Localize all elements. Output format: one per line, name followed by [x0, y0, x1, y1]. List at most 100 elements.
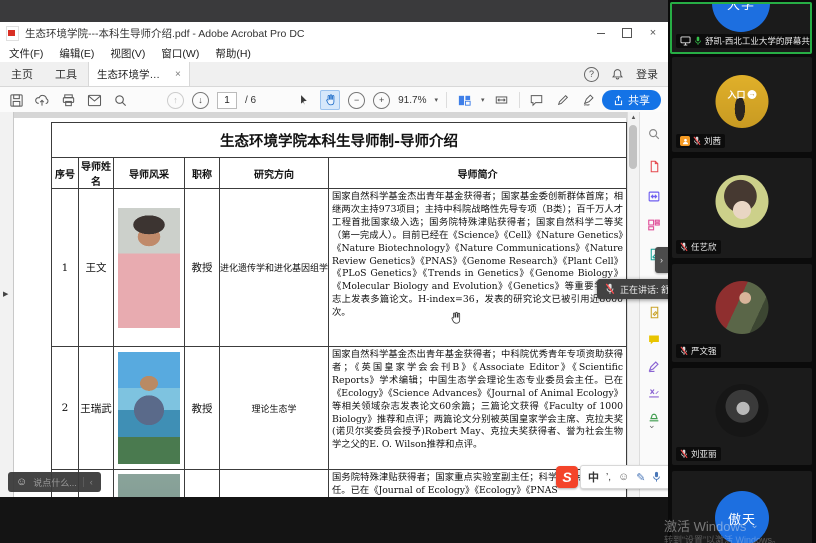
- menu-window[interactable]: 窗口(W): [161, 46, 199, 61]
- ime-toolbar: S 中 ’, ☺ ✎ ⊞: [556, 465, 687, 489]
- emoji-icon[interactable]: ☺: [16, 476, 27, 488]
- menu-help[interactable]: 帮助(H): [215, 46, 251, 61]
- fit-width-icon[interactable]: [493, 91, 511, 109]
- participant-tile[interactable]: 大学 舒凯-西北工业大学的屏幕共享: [670, 2, 812, 54]
- chat-input-pill[interactable]: ☺ 说点什么... ‹: [8, 472, 101, 492]
- fill-sign-pen-icon[interactable]: [646, 358, 662, 374]
- menu-view[interactable]: 视图(V): [110, 46, 145, 61]
- ime-language-toggle[interactable]: 中: [588, 469, 599, 485]
- help-icon[interactable]: ?: [584, 67, 599, 82]
- bell-icon[interactable]: [611, 68, 624, 81]
- table-title: 生态环境学院本科生导师制-导师介绍: [52, 123, 627, 158]
- select-tool-icon[interactable]: [294, 91, 312, 109]
- create-pdf-icon[interactable]: [646, 158, 662, 174]
- tab-close-icon[interactable]: ×: [175, 69, 181, 80]
- tab-tools[interactable]: 工具: [44, 62, 88, 86]
- panel-expander[interactable]: ›: [655, 247, 668, 273]
- next-page-button[interactable]: ↓: [192, 92, 209, 109]
- row3-photo-cell: [114, 470, 185, 498]
- participants-panel: 大学 舒凯-西北工业大学的屏幕共享 入口 →: [668, 0, 816, 543]
- certificates-icon[interactable]: [646, 385, 662, 401]
- minimize-button[interactable]: [588, 22, 614, 44]
- participant-tile[interactable]: 严文强: [672, 264, 812, 362]
- collapse-icon[interactable]: ‹: [90, 477, 93, 487]
- vertical-scrollbar[interactable]: ▲: [627, 112, 639, 497]
- table-row: 2 王瑞武 教授 理论生态学 国家自然科学基金杰出青年基金获得者；中科院优秀青年…: [52, 347, 627, 470]
- row1-rank: 教授: [185, 189, 220, 347]
- scrollbar-thumb[interactable]: [629, 125, 637, 169]
- sogou-logo-icon[interactable]: S: [556, 466, 578, 488]
- export-pdf-icon[interactable]: [646, 188, 662, 204]
- hand-tool-icon[interactable]: [320, 90, 340, 110]
- search-tool-icon[interactable]: [646, 126, 662, 142]
- ime-handwriting-icon[interactable]: ✎: [636, 471, 645, 484]
- chat-placeholder[interactable]: 说点什么...: [33, 476, 77, 489]
- participant-tile[interactable]: 刘亚丽: [672, 368, 812, 465]
- zoom-in-button[interactable]: +: [373, 92, 390, 109]
- avatar: [716, 175, 769, 228]
- participant-name: 刘茜: [704, 135, 721, 147]
- participant-tile[interactable]: 入口 → 刘茜: [672, 57, 812, 152]
- row2-rank: 教授: [185, 347, 220, 470]
- sign-in-link[interactable]: 登录: [636, 66, 658, 82]
- row3-rank: [185, 470, 220, 498]
- participant-label: 刘茜: [676, 134, 725, 148]
- cloud-upload-icon[interactable]: [33, 91, 51, 109]
- zoom-caret-icon[interactable]: ▾: [434, 96, 438, 104]
- participant-tile[interactable]: 任艺欣: [672, 158, 812, 258]
- participant-label: 舒凯-西北工业大学的屏幕共享: [676, 34, 812, 48]
- signature-tool-icon[interactable]: [580, 91, 598, 109]
- save-icon[interactable]: [7, 91, 25, 109]
- navigation-pane-collapsed[interactable]: ▶: [0, 112, 14, 497]
- comment-tool-icon[interactable]: [528, 91, 546, 109]
- restore-button[interactable]: [614, 22, 640, 44]
- ime-voice-icon[interactable]: [652, 471, 661, 483]
- chevron-down-icon: ⌄: [750, 520, 758, 531]
- organize-pages-icon[interactable]: [646, 217, 662, 233]
- email-icon[interactable]: [85, 91, 103, 109]
- pencil-tool-icon[interactable]: [554, 91, 572, 109]
- close-button[interactable]: ×: [640, 22, 666, 44]
- mentor-photo: [118, 208, 180, 328]
- pdf-page: 生态环境学院本科生导师制-导师介绍 序号 导师姓名 导师风采 职称 研究方向 导…: [14, 118, 626, 497]
- menu-edit[interactable]: 编辑(E): [59, 46, 94, 61]
- previous-page-button[interactable]: ↑: [167, 92, 184, 109]
- avatar: [716, 384, 769, 437]
- avatar: 入口 →: [716, 75, 769, 128]
- row2-intro: 国家自然科学基金杰出青年基金获得者；中科院优秀青年专项资助获得者；《英国皇家学会…: [332, 349, 623, 467]
- tab-home[interactable]: 主页: [0, 62, 44, 86]
- ime-punctuation-toggle[interactable]: ’,: [606, 472, 611, 483]
- scroll-up-icon[interactable]: ▲: [628, 112, 639, 124]
- page-display-icon[interactable]: [455, 91, 473, 109]
- meeting-background-bottom: [0, 497, 668, 543]
- row1-intro: 国家自然科学基金杰出青年基金获得者；国家基金委创新群体首席；相继两次主持973项…: [332, 191, 623, 343]
- col-header-intro: 导师简介: [329, 158, 627, 189]
- hand-cursor-icon: [449, 310, 463, 326]
- page-display-caret-icon[interactable]: ▾: [481, 96, 485, 104]
- zoom-level-value[interactable]: 91.7%: [398, 95, 426, 106]
- menu-file[interactable]: 文件(F): [9, 46, 43, 61]
- mic-muted-icon: [680, 242, 688, 252]
- more-tools-icon[interactable]: ⌄: [648, 420, 656, 431]
- nav-expand-icon[interactable]: ▶: [3, 290, 8, 298]
- participant-label: 任艺欣: [676, 240, 721, 254]
- zoom-out-button[interactable]: −: [348, 92, 365, 109]
- col-header-research: 研究方向: [220, 158, 329, 189]
- row2-intro-cell: 国家自然科学基金杰出青年基金获得者；中科院优秀青年专项资助获得者；《英国皇家学会…: [329, 347, 627, 470]
- tab-bar: 主页 工具 生态环境学院---本... × ? 登录: [0, 62, 668, 87]
- page-number-input[interactable]: 1: [217, 92, 237, 109]
- avatar: 大学: [712, 2, 770, 32]
- tab-document[interactable]: 生态环境学院---本... ×: [88, 62, 190, 86]
- row1-no: 1: [52, 189, 79, 347]
- ime-emoji-icon[interactable]: ☺: [618, 471, 629, 483]
- print-icon[interactable]: [59, 91, 77, 109]
- mentor-photo: [118, 352, 180, 464]
- col-header-no: 序号: [52, 158, 79, 189]
- share-button[interactable]: 共享: [602, 90, 661, 110]
- avatar: [716, 281, 769, 334]
- comment-pane-icon[interactable]: [646, 331, 662, 347]
- search-icon[interactable]: [111, 91, 129, 109]
- row2-name: 王瑞武: [79, 347, 114, 470]
- activate-windows-watermark-line2: 转到“设置”以激活 Windows。: [664, 533, 781, 543]
- request-signatures-icon[interactable]: [646, 304, 662, 320]
